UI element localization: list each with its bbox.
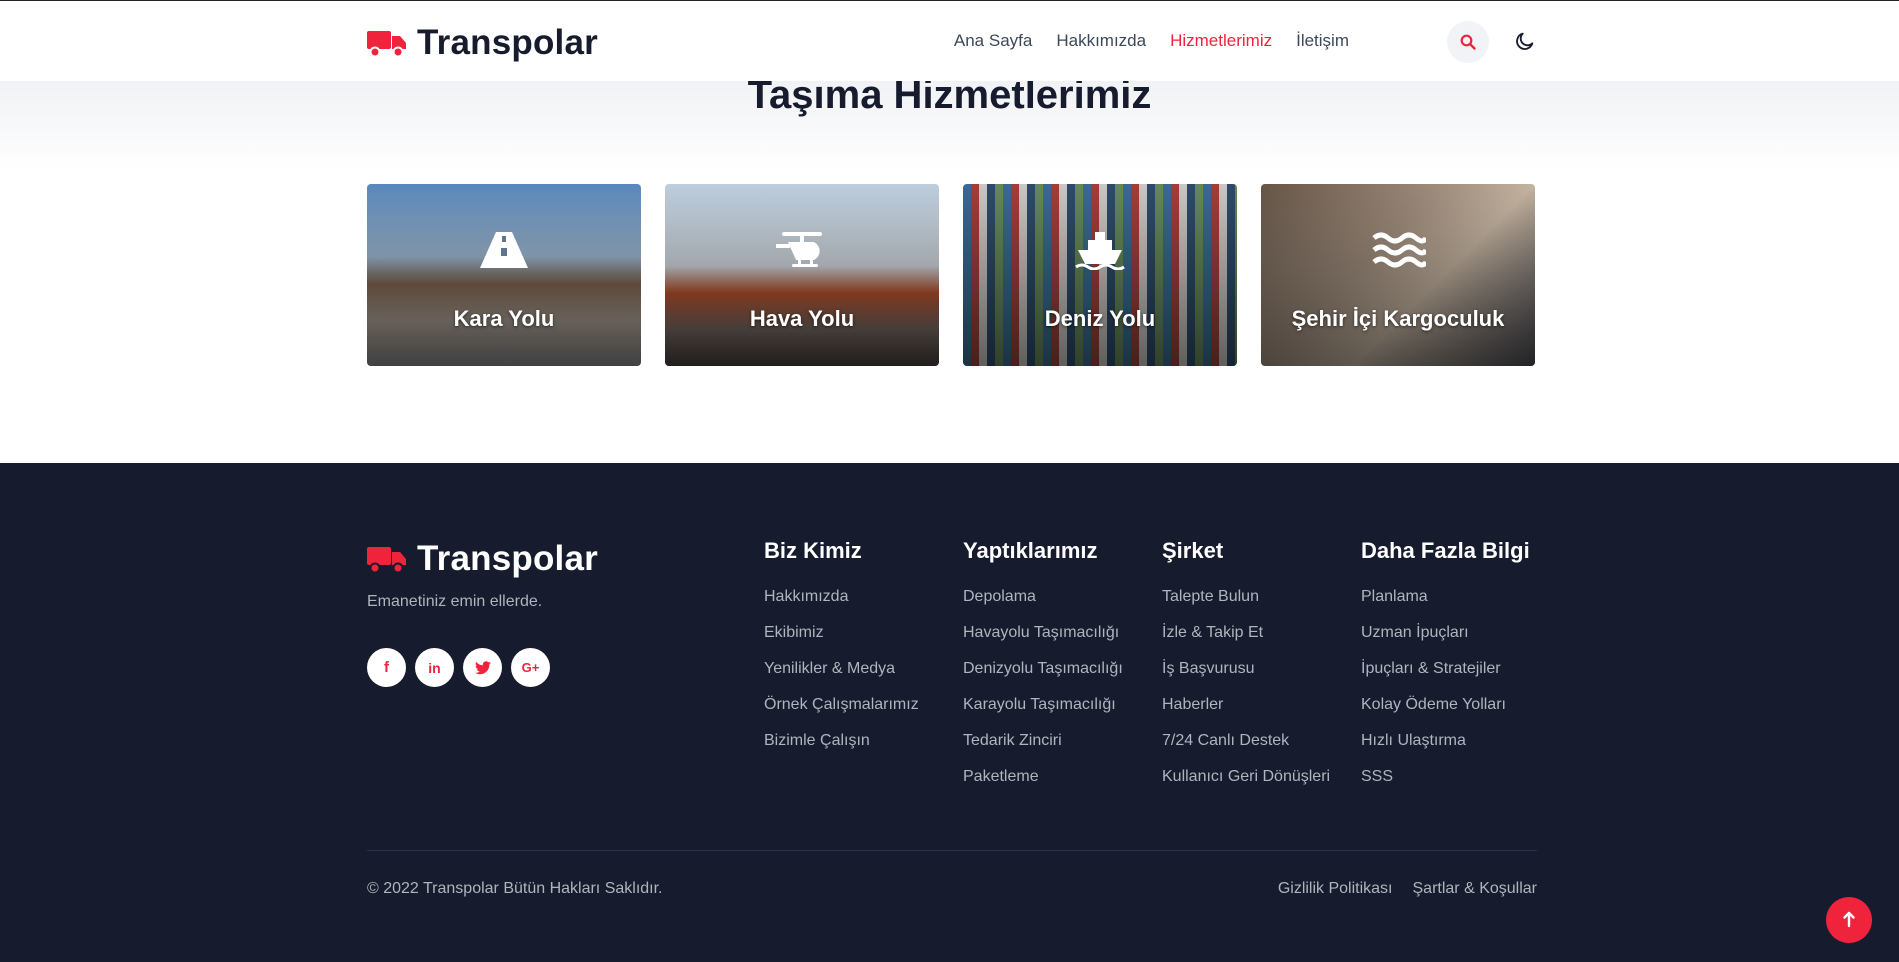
truck-icon <box>367 547 406 574</box>
site-footer: Transpolar Emanetiniz emin ellerde. f in… <box>0 463 1899 962</box>
footer-link[interactable]: İpuçları & Stratejiler <box>1361 659 1530 695</box>
footer-link[interactable]: İş Başvurusu <box>1162 659 1330 695</box>
privacy-policy-link[interactable]: Gizlilik Politikası <box>1278 880 1393 898</box>
twitter-button[interactable] <box>463 648 502 687</box>
terms-link[interactable]: Şartlar & Koşullar <box>1413 880 1538 898</box>
footer-link[interactable]: Hakkımızda <box>764 587 919 623</box>
service-card-label: Kara Yolu <box>453 306 555 331</box>
footer-brand-name: Transpolar <box>417 539 598 578</box>
footer-column-sirket: Şirket Talepte Bulun İzle & Takip Et İş … <box>1162 538 1330 803</box>
google-plus-button[interactable]: G+ <box>511 648 550 687</box>
water-icon <box>1372 232 1426 268</box>
footer-link[interactable]: İzle & Takip Et <box>1162 623 1330 659</box>
footer-link[interactable]: Bizimle Çalışın <box>764 731 919 767</box>
nav-link-home[interactable]: Ana Sayfa <box>954 31 1032 51</box>
nav-link-contact[interactable]: İletişim <box>1296 31 1349 51</box>
footer-column-title: Şirket <box>1162 538 1224 563</box>
helicopter-icon <box>776 232 822 267</box>
footer-link[interactable]: Örnek Çalışmalarımız <box>764 695 919 731</box>
arrow-up-icon <box>1843 911 1855 928</box>
moon-icon <box>1516 32 1534 50</box>
legal-links: Gizlilik Politikası Şartlar & Koşullar <box>1278 880 1537 898</box>
footer-link[interactable]: Havayolu Taşımacılığı <box>963 623 1123 659</box>
footer-link[interactable]: Paketleme <box>963 767 1123 803</box>
service-card-label: Şehir İçi Kargoculuk <box>1291 306 1505 331</box>
linkedin-button[interactable]: in <box>415 648 454 687</box>
linkedin-icon: in <box>428 659 441 676</box>
footer-link[interactable]: Kullanıcı Geri Dönüşleri <box>1162 767 1330 803</box>
service-card-sehir-ici-kargoculuk[interactable]: Şehir İçi Kargoculuk <box>1261 184 1535 366</box>
footer-link[interactable]: Uzman İpuçları <box>1361 623 1530 659</box>
footer-link[interactable]: Tedarik Zinciri <box>963 731 1123 767</box>
brand-logo-link[interactable]: Transpolar <box>367 23 598 63</box>
footer-divider <box>367 850 1537 851</box>
service-card-label: Deniz Yolu <box>1044 306 1156 331</box>
social-links: f in G+ <box>367 648 550 687</box>
service-card-label: Hava Yolu <box>749 306 855 331</box>
copyright-text: © 2022 Transpolar Bütün Hakları Saklıdır… <box>367 880 663 897</box>
back-to-top-button[interactable] <box>1826 897 1872 943</box>
footer-column-title: Daha Fazla Bilgi <box>1361 538 1530 563</box>
footer-link[interactable]: SSS <box>1361 767 1530 803</box>
footer-brand-link[interactable]: Transpolar <box>367 539 598 579</box>
truck-icon <box>367 31 406 58</box>
footer-link[interactable]: Yenilikler & Medya <box>764 659 919 695</box>
footer-link[interactable]: 7/24 Canlı Destek <box>1162 731 1330 767</box>
facebook-icon: f <box>384 659 389 676</box>
twitter-icon <box>474 660 491 674</box>
footer-link[interactable]: Denizyolu Taşımacılığı <box>963 659 1123 695</box>
footer-link[interactable]: Hızlı Ulaştırma <box>1361 731 1530 767</box>
footer-link[interactable]: Planlama <box>1361 587 1530 623</box>
brand-name: Transpolar <box>417 23 598 62</box>
footer-column-biz-kimiz: Biz Kimiz Hakkımızda Ekibimiz Yenilikler… <box>764 538 919 767</box>
footer-column-title: Biz Kimiz <box>764 538 862 563</box>
footer-link[interactable]: Kolay Ödeme Yolları <box>1361 695 1530 731</box>
theme-toggle-button[interactable] <box>1507 23 1543 59</box>
search-button[interactable] <box>1447 21 1489 63</box>
ship-icon <box>1075 232 1125 270</box>
footer-link[interactable]: Karayolu Taşımacılığı <box>963 695 1123 731</box>
main-nav: Ana Sayfa Hakkımızda Hizmetlerimiz İleti… <box>954 31 1349 51</box>
nav-link-services[interactable]: Hizmetlerimiz <box>1170 31 1272 51</box>
footer-column-title: Yaptıklarımız <box>963 538 1098 563</box>
nav-link-about[interactable]: Hakkımızda <box>1056 31 1146 51</box>
service-card-kara-yolu[interactable]: Kara Yolu <box>367 184 641 366</box>
facebook-button[interactable]: f <box>367 648 406 687</box>
footer-tagline: Emanetiniz emin ellerde. <box>367 593 543 610</box>
service-card-deniz-yolu[interactable]: Deniz Yolu <box>963 184 1237 366</box>
footer-link[interactable]: Depolama <box>963 587 1123 623</box>
google-plus-icon: G+ <box>521 660 540 675</box>
footer-column-daha-fazla-bilgi: Daha Fazla Bilgi Planlama Uzman İpuçları… <box>1361 538 1530 803</box>
footer-link[interactable]: Haberler <box>1162 695 1330 731</box>
road-icon <box>480 232 528 268</box>
site-header: Transpolar Ana Sayfa Hakkımızda Hizmetle… <box>0 1 1899 81</box>
service-cards: Kara Yolu Hava Yolu Deniz Yolu Şehir İçi… <box>367 184 1535 366</box>
footer-column-yaptiklarimiz: Yaptıklarımız Depolama Havayolu Taşımacı… <box>963 538 1123 803</box>
service-card-hava-yolu[interactable]: Hava Yolu <box>665 184 939 366</box>
footer-link[interactable]: Ekibimiz <box>764 623 919 659</box>
search-icon <box>1460 34 1476 50</box>
footer-link[interactable]: Talepte Bulun <box>1162 587 1330 623</box>
